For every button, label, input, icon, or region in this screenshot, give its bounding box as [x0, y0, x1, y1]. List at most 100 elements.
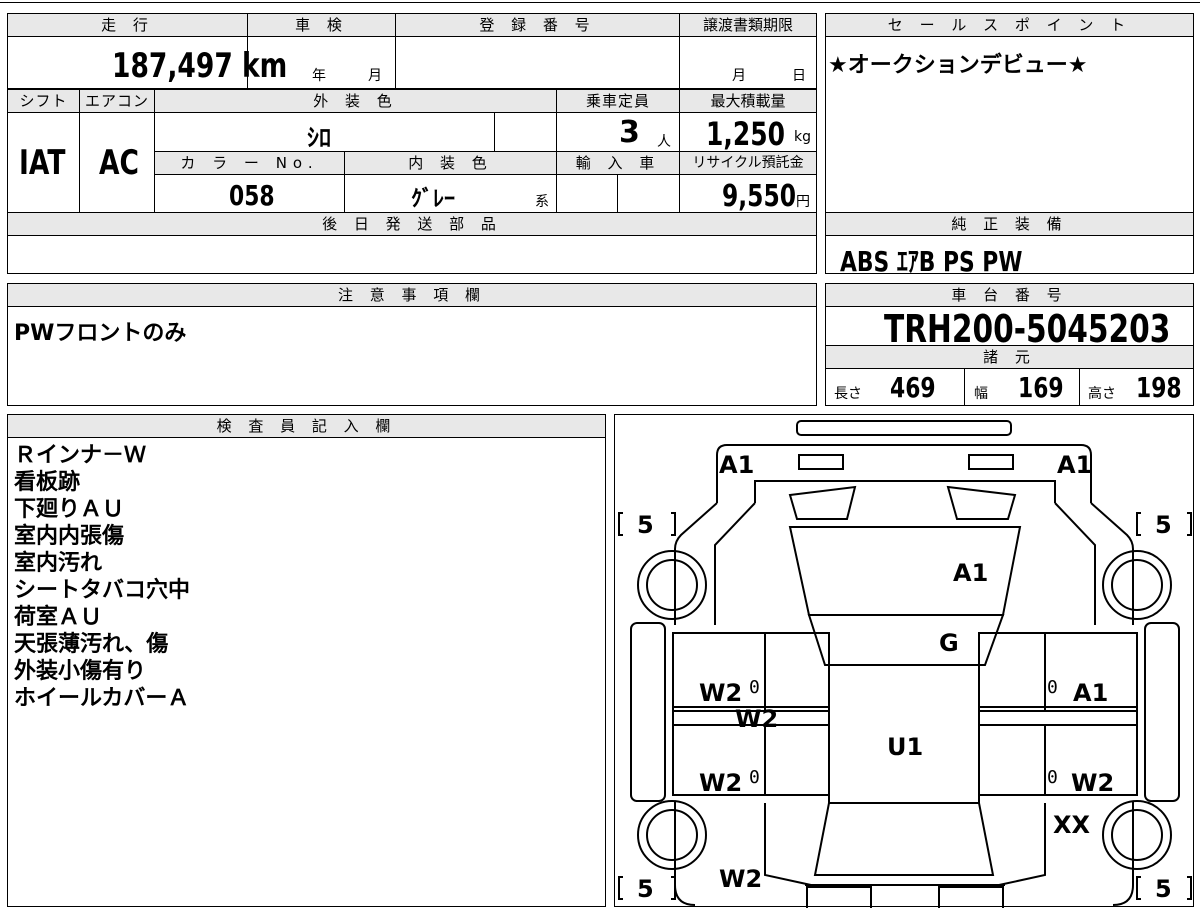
- top-edge-line: [0, 2, 1200, 3]
- car-outline-drawing: [618, 420, 1192, 908]
- mark-door-rear-left: W2: [699, 769, 743, 797]
- note-line: 天張薄汚れ、傷: [14, 632, 169, 657]
- mark-door-rear-right: W2: [1071, 769, 1115, 797]
- transfer-day-unit: 日: [792, 68, 806, 84]
- interior-color-cell: ｸﾞﾚｰ 系: [344, 174, 557, 213]
- width-label: 幅: [974, 386, 988, 402]
- note-line: Ｒインナ－Ｗ: [14, 443, 147, 468]
- capacity-unit: 人: [657, 134, 671, 150]
- caution-header: 注 意 事 項 欄: [7, 283, 817, 307]
- sales-point-cell: ★オークションデビュー★: [825, 36, 1194, 213]
- note-line: 下廻りＡＵ: [14, 497, 125, 522]
- mark-tire-front-right: 5: [1155, 511, 1172, 539]
- mileage-cell: 187,497 km: [7, 36, 287, 89]
- capacity-header: 乗車定員: [556, 89, 680, 113]
- interior-color-header: 内 装 色: [344, 151, 557, 175]
- aircon-value: AC: [99, 143, 139, 183]
- max-load-cell: 1,250 kg: [679, 112, 817, 153]
- registration-header: 登 録 番 号: [395, 13, 680, 37]
- color-no-cell: 058: [154, 174, 345, 213]
- length-value: 469: [890, 371, 936, 404]
- shift-header: シフト: [7, 89, 80, 113]
- caution-text: PWフロントのみ: [14, 321, 187, 346]
- specs-cell: 長さ 469 幅 169 高さ 198: [825, 368, 1194, 406]
- mark-windshield: G: [939, 629, 959, 657]
- exterior-divider: [494, 112, 495, 152]
- import-header: 輸 入 車: [556, 151, 680, 175]
- mark-tire-front-left: 5: [637, 511, 654, 539]
- max-load-header: 最大積載量: [679, 89, 817, 113]
- width-value: 169: [1018, 371, 1064, 404]
- transfer-month-unit: 月: [732, 68, 746, 84]
- recycle-header: リサイクル預託金: [679, 151, 817, 175]
- exterior-color-value: ｼﾛ: [307, 124, 331, 152]
- shift-cell: IAT: [7, 112, 80, 213]
- capacity-cell: 3 人: [556, 112, 680, 152]
- specs-header: 諸 元: [825, 345, 1194, 369]
- caution-cell: PWフロントのみ: [7, 306, 817, 406]
- mark-front-right: A1: [1057, 451, 1093, 479]
- mark-tire-rear-left: 5: [637, 875, 654, 903]
- mark-roof: U1: [887, 733, 924, 761]
- mark-door-front-right: A1: [1073, 679, 1109, 707]
- exterior-color-cell: ｼﾛ: [154, 112, 557, 152]
- mark-zero: 0: [749, 767, 760, 788]
- color-no-header: カ ラ ー No.: [154, 151, 345, 175]
- genuine-equipment-header: 純 正 装 備: [825, 212, 1194, 236]
- length-label: 長さ: [834, 386, 862, 402]
- max-load-unit: kg: [794, 129, 811, 145]
- exterior-color-header: 外 装 色: [154, 89, 557, 113]
- vehicle-diagram: A1 A1 5 5 A1 G W2 0 0 A1 W2 U1 W2 0 0 W2…: [614, 414, 1194, 908]
- import-divider: [617, 174, 618, 213]
- mark-hood: A1: [953, 559, 989, 587]
- note-line: 外装小傷有り: [14, 659, 147, 684]
- later-parts-header: 後 日 発 送 部 品: [7, 212, 817, 236]
- import-cell: [556, 174, 680, 213]
- inspection-year-unit: 年: [312, 68, 326, 84]
- height-label: 高さ: [1088, 386, 1116, 402]
- genuine-equipment-cell: ABS ｴｱB PS PW: [825, 235, 1194, 278]
- note-line: 荷室ＡＵ: [14, 605, 103, 630]
- sales-point-header: セ ー ル ス ポ イ ン ト: [825, 13, 1194, 37]
- mark-zero: 0: [1047, 677, 1058, 698]
- mark-door-front-left: W2: [699, 679, 743, 707]
- mark-zero: 0: [1047, 767, 1058, 788]
- transfer-deadline-header: 譲渡書類期限: [679, 13, 817, 37]
- note-line: 看板跡: [14, 470, 81, 495]
- inspection-header: 車 検: [247, 13, 396, 37]
- chassis-header: 車 台 番 号: [825, 283, 1194, 307]
- genuine-equipment-value: ABS ｴｱB PS PW: [840, 245, 1023, 278]
- aircon-header: エアコン: [79, 89, 155, 113]
- chassis-cell: TRH200-5045203: [825, 306, 1194, 351]
- mark-front-left: A1: [719, 451, 755, 479]
- interior-color-suffix: 系: [535, 194, 549, 210]
- inspector-header: 検 査 員 記 入 欄: [7, 414, 606, 438]
- note-line: 室内汚れ: [14, 551, 103, 576]
- registration-cell: [395, 36, 680, 89]
- aircon-cell: AC: [79, 112, 155, 213]
- mark-pillar-left: W2: [735, 705, 779, 733]
- note-line: ホイールカバーＡ: [14, 686, 190, 711]
- mark-zero: 0: [749, 677, 760, 698]
- recycle-cell: 9,550 円: [679, 174, 817, 214]
- later-parts-cell: [7, 235, 817, 274]
- inspector-notes: Ｒインナ－Ｗ 看板跡 下廻りＡＵ 室内内張傷 室内汚れ シートタバコ穴中 荷室Ａ…: [7, 437, 606, 907]
- transfer-deadline-cell: 月 日: [679, 36, 817, 89]
- interior-color-value: ｸﾞﾚｰ: [411, 187, 456, 212]
- mark-tire-rear-right: 5: [1155, 875, 1172, 903]
- mileage-header: 走 行: [7, 13, 248, 37]
- shift-value: IAT: [19, 143, 66, 183]
- capacity-value: 3: [619, 115, 640, 150]
- sales-point-text: ★オークションデビュー★: [828, 53, 1088, 78]
- color-no-value: 058: [229, 179, 275, 212]
- specs-divider-1: [964, 368, 965, 406]
- mark-rear-left: W2: [719, 865, 763, 893]
- max-load-value: 1,250: [706, 115, 785, 153]
- mark-rear-right: XX: [1053, 811, 1091, 839]
- specs-divider-2: [1079, 368, 1080, 406]
- inspection-cell: 年 月: [247, 36, 396, 89]
- note-line: シートタバコ穴中: [14, 578, 191, 603]
- recycle-unit: 円: [796, 194, 810, 210]
- inspection-month-unit: 月: [368, 68, 382, 84]
- note-line: 室内内張傷: [14, 524, 125, 549]
